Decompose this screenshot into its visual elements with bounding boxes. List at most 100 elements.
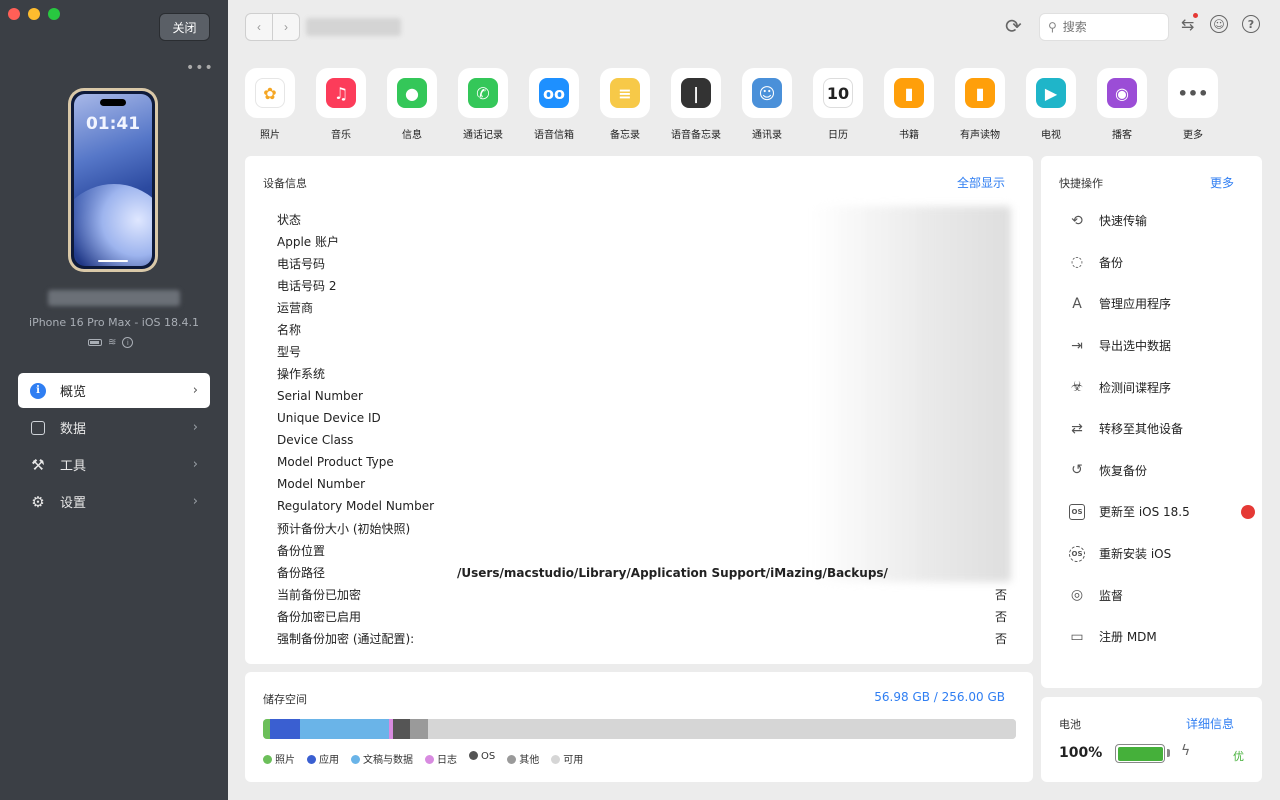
music-icon: ♫ (326, 78, 356, 108)
quick-action-app-store[interactable]: A 管理应用程序 (1067, 283, 1247, 325)
quick-action-label: 重新安装 iOS (1099, 547, 1172, 562)
app-podcasts[interactable]: ◉ 播客 (1097, 68, 1147, 141)
refresh-icon[interactable]: ⟳ (1005, 14, 1022, 38)
app-notes[interactable]: ≡ 备忘录 (600, 68, 650, 141)
os-reinstall-icon: OS (1067, 544, 1087, 564)
app-label: 播客 (1112, 130, 1132, 141)
app-phone[interactable]: ✆ 通话记录 (458, 68, 508, 141)
chevron-right-icon: › (192, 494, 198, 509)
forward-button[interactable]: › (273, 14, 299, 40)
device-info-list: 状态 Apple 账户 电话号码 电话号码 2 运营商 名称 型号 操作系统 Serial Nu… (277, 208, 1007, 650)
backup-icon: ◌ (1070, 254, 1084, 271)
app-messages[interactable]: ● 信息 (387, 68, 437, 141)
search-icon: ⚲ (1048, 20, 1057, 34)
device-info-key: 运营商 (277, 300, 314, 315)
history-nav: ‹ › (245, 13, 300, 41)
legend-dot (551, 755, 561, 764)
device-info-row: 备份加密已启用 否 (277, 606, 1007, 628)
storage-segment (269, 719, 300, 739)
photos-icon: ✿ (255, 78, 285, 108)
device-info-key: Model Number (277, 477, 366, 492)
legend-dot (351, 755, 360, 764)
transfer-arrows-icon[interactable]: ⇆ (1181, 13, 1199, 34)
voicemail-icon: oo (539, 78, 569, 108)
quick-action-os-update[interactable]: OS 更新至 iOS 18.5 (1067, 491, 1255, 533)
quick-action-quick-transfer[interactable]: ⟲ 快速传输 (1067, 200, 1247, 242)
close-button[interactable]: 关闭 (159, 13, 210, 41)
sidebar-item-1[interactable]: 数据 › (18, 410, 210, 445)
chevron-right-icon: › (192, 420, 198, 435)
app-voicemail[interactable]: oo 语音信箱 (529, 68, 579, 141)
quick-action-label: 检测间谍程序 (1099, 380, 1172, 395)
device-info-key: Regulatory Model Number (277, 499, 435, 514)
device-info-row: Serial Number (277, 385, 1007, 407)
quick-action-biohazard[interactable]: ☣ 检测间谍程序 (1067, 366, 1247, 408)
legend-label: 照片 (275, 755, 295, 766)
quick-actions-more-link[interactable]: 更多 (1210, 174, 1234, 191)
device-info-row: Model Product Type (277, 451, 1007, 473)
app-more[interactable]: ••• 更多 (1168, 68, 1218, 141)
app-label: 通讯录 (752, 130, 782, 141)
window-controls (8, 8, 60, 20)
app-calendar[interactable]: 10 日历 (813, 68, 863, 141)
help-icon[interactable]: ? (1242, 15, 1260, 33)
sidebar-item-2[interactable]: ⚒ 工具 › (18, 447, 210, 482)
quick-action-transfer[interactable]: ⇄ 转移至其他设备 (1067, 408, 1247, 450)
search-box[interactable]: ⚲ (1039, 13, 1169, 41)
show-all-link[interactable]: 全部显示 (957, 174, 1005, 191)
app-label: 音乐 (331, 130, 351, 141)
device-info-key: Serial Number (277, 388, 363, 403)
quick-action-export[interactable]: ⇥ 导出选中数据 (1067, 325, 1247, 367)
account-icon[interactable]: ☺ (1210, 15, 1228, 33)
device-info-key: 电话号码 (277, 256, 326, 271)
app-label: 电视 (1041, 130, 1061, 141)
minimize-window-icon[interactable] (28, 8, 40, 20)
back-button[interactable]: ‹ (246, 14, 273, 40)
quick-action-label: 恢复备份 (1099, 463, 1148, 478)
app-label: 备忘录 (610, 130, 640, 141)
device-info-row: Model Number (277, 473, 1007, 495)
app-music[interactable]: ♫ 音乐 (316, 68, 366, 141)
app-audiobooks[interactable]: ▮ 有声读物 (955, 68, 1005, 141)
device-info-row: 状态 (277, 208, 1007, 230)
sidebar: 关闭 ••• 01:41 iPhone 16 Pro Max - iOS 18.… (0, 0, 228, 800)
info-icon[interactable]: i (122, 337, 134, 348)
app-tv[interactable]: ▶ 电视 (1026, 68, 1076, 141)
quick-action-os-reinstall[interactable]: OS 重新安装 iOS (1067, 533, 1247, 575)
battery-icon (1115, 744, 1165, 763)
quick-action-briefcase[interactable]: ▭ 注册 MDM (1067, 616, 1247, 658)
device-info-row: 名称 (277, 318, 1007, 340)
legend-item: 日志 (425, 751, 457, 766)
app-voice-memo[interactable]: | 语音备忘录 (671, 68, 721, 141)
app-books[interactable]: ▮ 书籍 (884, 68, 934, 141)
app-contacts[interactable]: ☺ 通讯录 (742, 68, 792, 141)
app-photos[interactable]: ✿ 照片 (245, 68, 295, 141)
storage-panel: 储存空间 56.98 GB / 256.00 GB 照片 应用 文稿与数据 日志 OS 其… (245, 672, 1033, 782)
legend-label: OS (481, 751, 496, 762)
battery-details-link[interactable]: 详细信息 (1186, 715, 1234, 732)
device-info-key: 强制备份加密 (通过配置): (277, 632, 415, 647)
zoom-window-icon[interactable] (48, 8, 60, 20)
export-icon: ⇥ (1071, 337, 1083, 354)
app-label: 照片 (260, 130, 280, 141)
device-info-key: Unique Device ID (277, 410, 381, 425)
quick-action-supervise[interactable]: ◎ 监督 (1067, 574, 1247, 616)
device-info-key: 操作系统 (277, 367, 326, 382)
search-input[interactable] (1062, 20, 1153, 34)
quick-actions-panel: 快捷操作 更多 ⟲ 快速传输 ◌ 备份 A 管理应用程序 ⇥ 导出选中数据 ☣ 检测间谍程序 ⇄ 转移… (1041, 156, 1262, 688)
more-options-icon[interactable]: ••• (186, 60, 214, 76)
legend-dot (307, 755, 316, 764)
quick-action-restore[interactable]: ↺ 恢复备份 (1067, 450, 1247, 492)
device-info-key: 型号 (277, 345, 302, 360)
close-window-icon[interactable] (8, 8, 20, 20)
device-name-redacted (48, 290, 180, 306)
sidebar-item-0[interactable]: i 概览 › (18, 373, 210, 408)
legend-item: 照片 (263, 751, 295, 766)
device-info-value[interactable]: /Users/macstudio/Library/Application Sup… (457, 566, 1007, 580)
storage-segment (393, 719, 410, 739)
sidebar-item-3[interactable]: ⚙ 设置 › (18, 484, 210, 519)
device-info-value: 否 (994, 588, 1007, 603)
sidebar-item-label: 概览 (60, 385, 87, 400)
quick-action-backup[interactable]: ◌ 备份 (1067, 242, 1247, 284)
charging-bolt-icon: ϟ (1181, 743, 1191, 759)
